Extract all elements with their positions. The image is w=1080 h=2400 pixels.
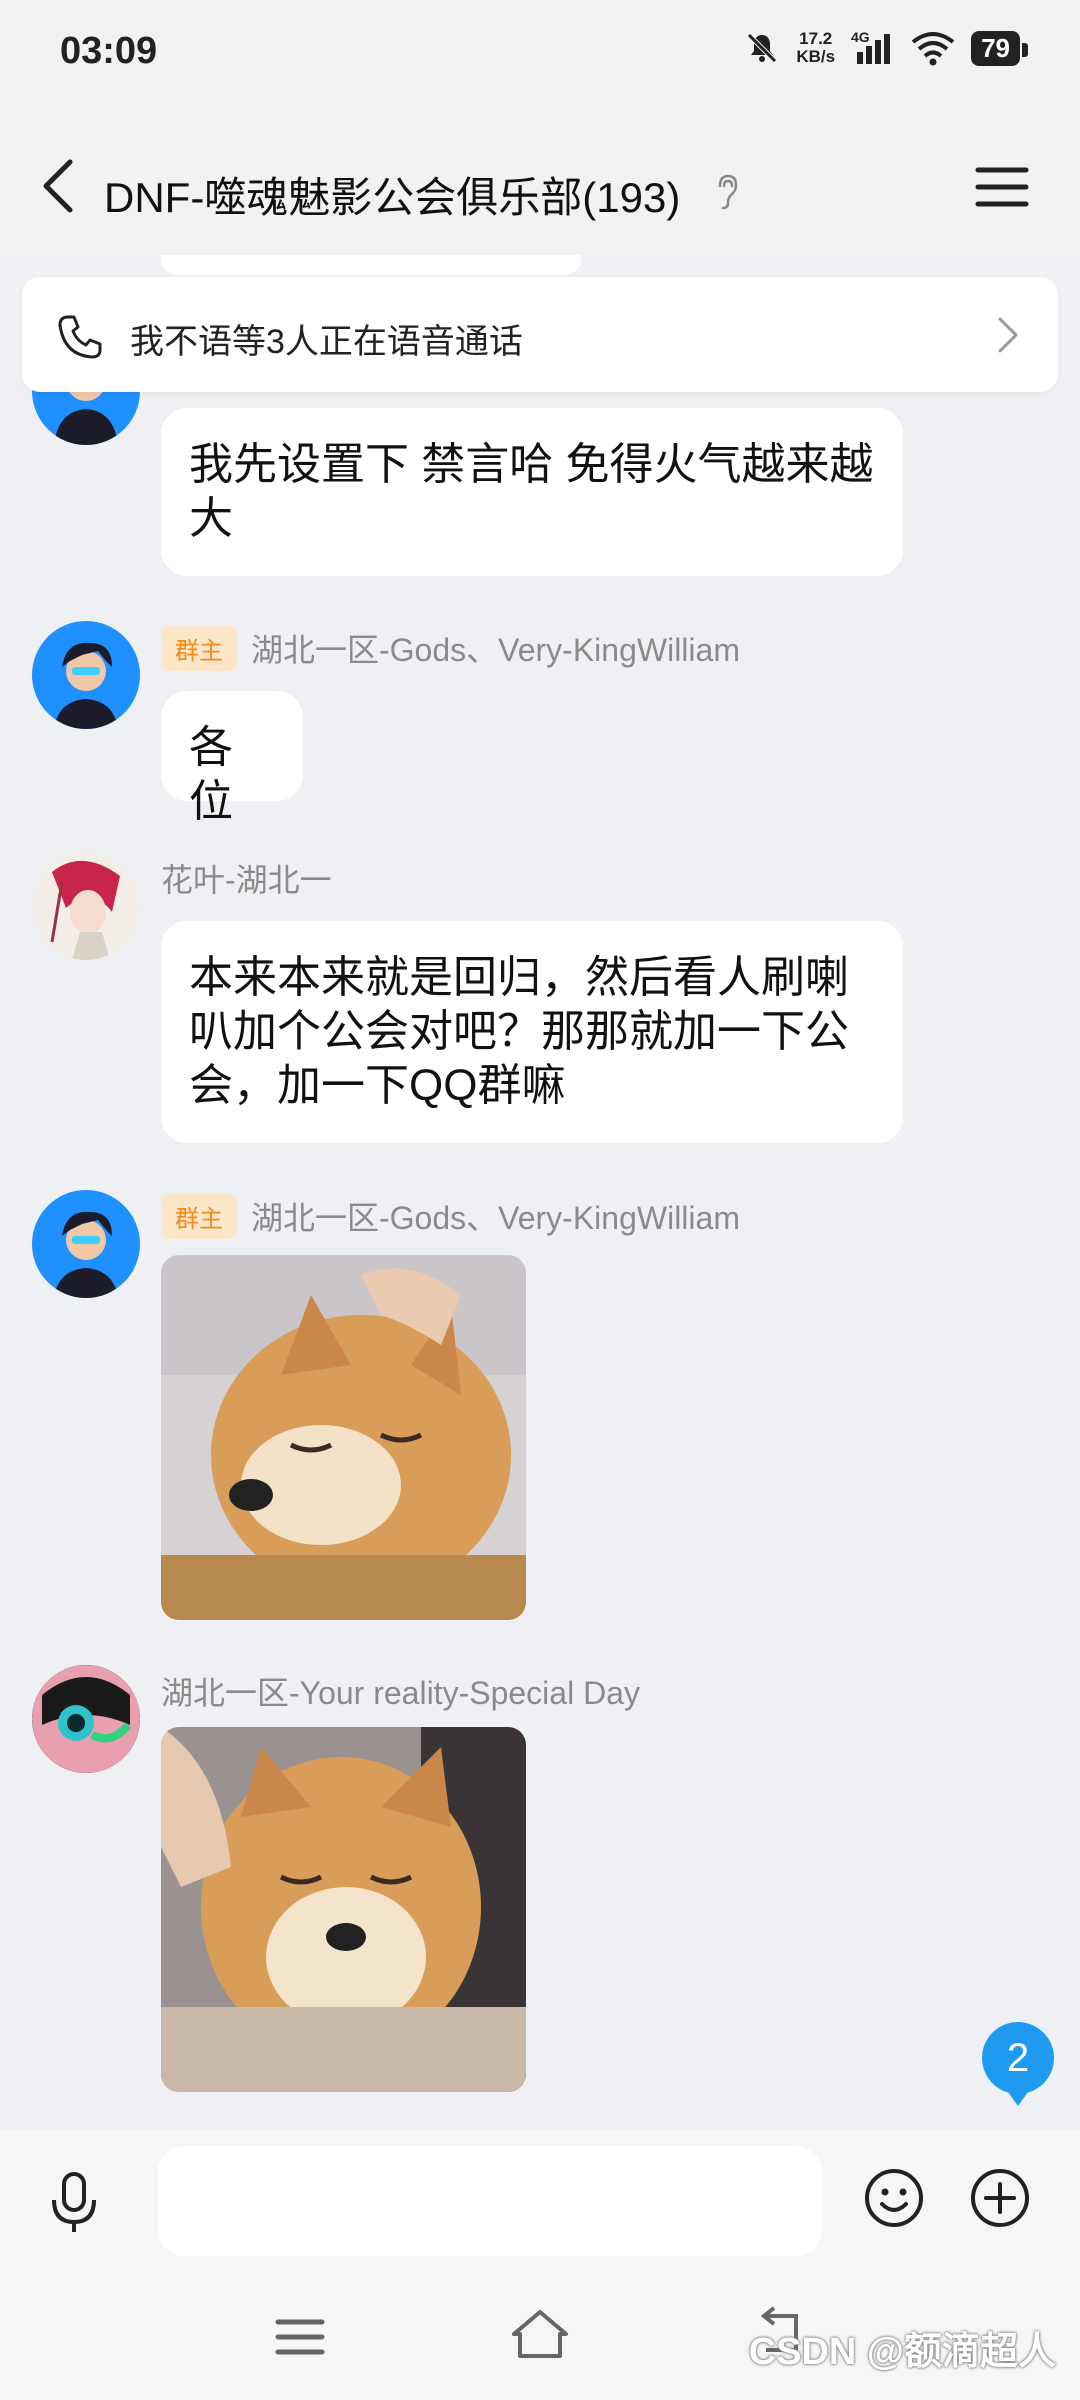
group-title[interactable]: DNF-噬魂魅影公会俱乐部(193) — [104, 164, 680, 225]
owner-badge: 群主 — [161, 1193, 237, 1239]
voice-call-banner[interactable]: 我不语等3人正在语音通话 — [22, 277, 1058, 392]
emoji-icon[interactable] — [862, 2166, 926, 2230]
avatar[interactable] — [32, 1190, 140, 1298]
chevron-right-icon — [998, 317, 1018, 353]
chat-messages[interactable]: 我先设置下 禁言哈 免得火气越来越大 群主 湖北一区-Gods、Very-Kin… — [0, 255, 1080, 2130]
message-bubble[interactable]: 各位 — [161, 691, 303, 826]
message-bubble[interactable]: 本来本来就是回归，然后看人刷喇叭加个公会对吧？那那就加一下公会，加一下QQ群嘛 — [161, 921, 903, 1143]
message-bubble[interactable]: 我先设置下 禁言哈 免得火气越来越大 — [161, 408, 903, 576]
sender-name: 群主 湖北一区-Gods、Very-KingWilliam — [161, 625, 740, 671]
status-bar: 03:09 17.2 KB/s 4G 79 — [0, 0, 1080, 120]
back-arrow-icon[interactable] — [36, 156, 86, 216]
sender-name: 湖北一区-Your reality-Special Day — [161, 1675, 640, 1711]
partial-message-bubble — [161, 255, 581, 275]
status-icons: 17.2 KB/s 4G 79 — [744, 29, 1028, 66]
avatar-image — [32, 621, 140, 729]
svg-text:4G: 4G — [851, 30, 870, 45]
phone-icon — [58, 315, 102, 359]
chat-header: DNF-噬魂魅影公会俱乐部(193) — [0, 120, 1080, 255]
image-message[interactable] — [161, 1727, 526, 2092]
avatar[interactable] — [32, 621, 140, 729]
menu-icon[interactable] — [974, 162, 1030, 212]
signal-icon: 4G — [851, 30, 891, 64]
microphone-icon[interactable] — [44, 2170, 104, 2236]
recent-apps-icon[interactable] — [272, 2314, 328, 2360]
battery-indicator: 79 — [971, 30, 1028, 66]
system-nav-bar: CSDN @额滴超人 — [0, 2270, 1080, 2400]
message-input[interactable] — [158, 2146, 822, 2256]
mute-bell-icon — [747, 33, 778, 63]
owner-badge: 群主 — [161, 625, 237, 671]
avatar-image — [32, 1190, 140, 1298]
unread-count-badge[interactable]: 2 — [982, 2022, 1054, 2106]
image-message[interactable] — [161, 1255, 526, 1620]
ear-icon[interactable] — [712, 172, 742, 212]
call-status-text: 我不语等3人正在语音通话 — [130, 323, 523, 361]
home-icon[interactable] — [508, 2306, 572, 2362]
avatar[interactable] — [32, 1665, 140, 1773]
sender-name: 群主 湖北一区-Gods、Very-KingWilliam — [161, 1193, 740, 1239]
shiba-dog-image — [161, 1255, 526, 1620]
input-bar — [0, 2130, 1080, 2270]
sender-name: 花叶-湖北一 — [161, 862, 332, 898]
plus-icon[interactable] — [968, 2166, 1032, 2230]
avatar[interactable] — [32, 852, 140, 960]
status-time: 03:09 — [60, 30, 158, 72]
shiba-dog-image — [161, 1727, 526, 2092]
net-speed: 17.2 KB/s — [796, 29, 836, 66]
watermark: CSDN @额滴超人 — [748, 2331, 1056, 2373]
avatar-image — [32, 1665, 140, 1773]
avatar-image — [32, 852, 140, 960]
wifi-icon — [911, 32, 955, 66]
